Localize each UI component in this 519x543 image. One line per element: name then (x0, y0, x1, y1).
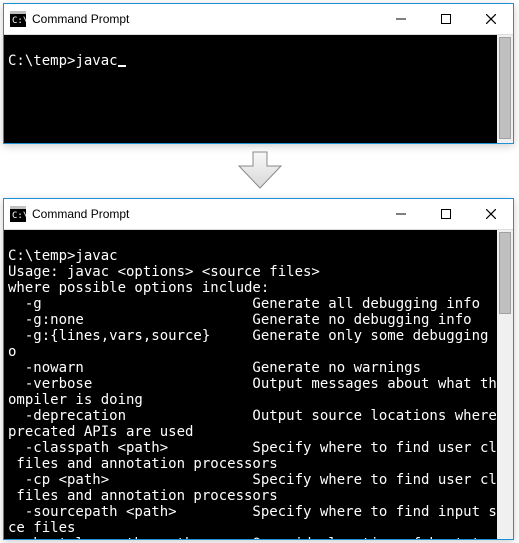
close-button[interactable] (468, 199, 513, 229)
console-line: o (8, 344, 16, 360)
minimize-button[interactable] (378, 4, 423, 34)
console-output[interactable]: C:\temp>javac (4, 35, 513, 143)
maximize-button[interactable] (423, 199, 468, 229)
svg-text:C:\: C:\ (12, 211, 26, 221)
cmd-icon: C:\ (10, 11, 26, 27)
console-line: -g:none Generate no debugging info (8, 312, 472, 328)
cmd-icon: C:\ (10, 206, 26, 222)
text-cursor (118, 65, 126, 67)
console-line: precated APIs are used (8, 424, 193, 440)
console-line: files and annotation processors (8, 488, 278, 504)
command-text: javac (75, 53, 117, 69)
transition-arrow (3, 144, 516, 198)
console-line: -deprecation Output source locations whe… (8, 408, 513, 424)
console-line: -sourcepath <path> Specify where to find… (8, 504, 513, 520)
scrollbar-thumb[interactable] (499, 37, 511, 139)
console-line: files and annotation processors (8, 456, 278, 472)
console-line: ce files (8, 520, 75, 536)
console-line: where possible options include: (8, 280, 269, 296)
console-line: Usage: javac <options> <source files> (8, 264, 320, 280)
console-line: -nowarn Generate no warnings (8, 360, 421, 376)
console-output[interactable]: C:\temp>javac Usage: javac <options> <so… (4, 230, 513, 539)
console-line: -g Generate all debugging info (8, 296, 480, 312)
console-line: -g:{lines,vars,source} Generate only som… (8, 328, 513, 344)
titlebar: C:\ Command Prompt (4, 4, 513, 35)
window-title: Command Prompt (32, 207, 129, 221)
scrollbar[interactable] (497, 230, 513, 539)
console-line: -verbose Output messages about what the … (8, 376, 513, 392)
prompt-text: C:\temp> (8, 53, 75, 69)
console-line: -bootclasspath <path> Override location … (8, 536, 513, 539)
maximize-button[interactable] (423, 4, 468, 34)
console-line: C:\temp>javac (8, 248, 118, 264)
window-title: Command Prompt (32, 12, 129, 26)
down-arrow-icon (235, 150, 285, 190)
titlebar: C:\ Command Prompt (4, 199, 513, 230)
close-button[interactable] (468, 4, 513, 34)
scrollbar[interactable] (497, 35, 513, 143)
scrollbar-thumb[interactable] (499, 232, 511, 314)
console-line: ompiler is doing (8, 392, 143, 408)
cmd-window-2: C:\ Command Prompt C:\temp>javac Usage: … (3, 198, 514, 540)
console-line: -classpath <path> Specify where to find … (8, 440, 513, 456)
svg-text:C:\: C:\ (12, 16, 26, 26)
console-line: -cp <path> Specify where to find user cl… (8, 472, 513, 488)
cmd-window-1: C:\ Command Prompt C:\temp>javac (3, 3, 514, 144)
minimize-button[interactable] (378, 199, 423, 229)
